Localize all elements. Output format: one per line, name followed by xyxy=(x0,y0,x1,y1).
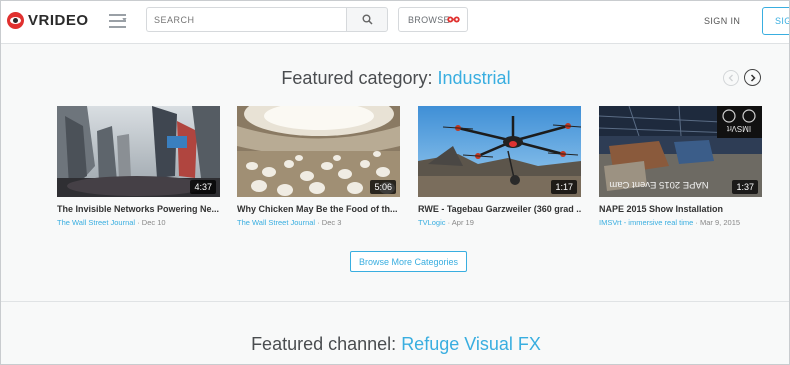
video-meta: The Wall Street Journal · Dec 3 xyxy=(237,218,400,227)
logo-text: VRIDEO xyxy=(28,11,89,29)
video-thumbnail[interactable]: 4:37 xyxy=(57,106,220,197)
carousel-prev-button[interactable] xyxy=(723,70,739,86)
imsvrt-overlay-text: IMSVrt xyxy=(726,124,751,133)
nape-overlay-text: NAPE 2015 Event Cam xyxy=(609,179,708,190)
video-thumbnail[interactable]: 5:06 xyxy=(237,106,400,197)
video-source[interactable]: The Wall Street Journal xyxy=(57,218,135,227)
video-date: Dec 10 xyxy=(141,218,166,227)
chevron-right-icon xyxy=(750,73,756,82)
video-meta: The Wall Street Journal · Dec 10 xyxy=(57,218,220,227)
carousel-next-button[interactable] xyxy=(744,69,761,86)
video-card[interactable]: IMSVrt NAPE 2015 Event Cam 1:37 NAPE 201… xyxy=(599,106,762,227)
video-duration: 1:37 xyxy=(732,180,758,194)
page-frame: VRIDEO ▼ BROWSE SIGN IN SIG Featured cat… xyxy=(0,0,790,365)
vr-goggles-icon xyxy=(447,16,460,23)
video-date: Dec 3 xyxy=(321,218,342,227)
video-title[interactable]: The Invisible Networks Powering Ne... xyxy=(57,204,220,214)
meta-separator: · xyxy=(447,218,451,227)
video-source[interactable]: IMSVrt - immersive real time xyxy=(599,218,693,227)
browse-label: BROWSE xyxy=(408,14,450,25)
video-duration: 4:37 xyxy=(190,180,216,194)
browse-button[interactable]: BROWSE xyxy=(398,7,468,32)
meta-separator: · xyxy=(137,218,140,227)
featured-category-prefix: Featured category: xyxy=(281,68,433,88)
video-duration: 5:06 xyxy=(370,180,396,194)
meta-separator: · xyxy=(695,218,698,227)
video-date: Mar 9, 2015 xyxy=(700,218,741,227)
video-card[interactable]: 5:06 Why Chicken May Be the Food of th..… xyxy=(237,106,400,227)
video-thumbnail[interactable]: IMSVrt NAPE 2015 Event Cam 1:37 xyxy=(599,106,762,197)
section-divider xyxy=(1,301,789,302)
featured-channel-heading: Featured channel: Refuge Visual FX xyxy=(1,334,789,355)
logo[interactable]: VRIDEO xyxy=(7,10,89,30)
featured-category-link[interactable]: Industrial xyxy=(438,68,511,88)
sign-up-button[interactable]: SIG xyxy=(762,7,789,35)
top-header: VRIDEO ▼ BROWSE SIGN IN SIG xyxy=(1,1,789,44)
video-card[interactable]: 1:17 RWE - Tagebau Garzweiler (360 grad … xyxy=(418,106,581,227)
search-button[interactable] xyxy=(346,7,388,32)
video-meta: IMSVrt - immersive real time · Mar 9, 20… xyxy=(599,218,762,227)
video-date: Apr 19 xyxy=(451,218,474,227)
search-icon xyxy=(362,14,373,25)
menu-caret-icon: ▼ xyxy=(121,17,128,24)
featured-channel-link[interactable]: Refuge Visual FX xyxy=(401,334,541,354)
video-source[interactable]: The Wall Street Journal xyxy=(237,218,315,227)
video-source[interactable]: TVLogic xyxy=(418,218,446,227)
search-input[interactable] xyxy=(146,7,346,32)
video-title[interactable]: Why Chicken May Be the Food of th... xyxy=(237,204,400,214)
meta-separator: · xyxy=(317,218,320,227)
video-title[interactable]: RWE - Tagebau Garzweiler (360 grad ... xyxy=(418,204,581,214)
video-card[interactable]: 4:37 The Invisible Networks Powering Ne.… xyxy=(57,106,220,227)
logo-eye-icon xyxy=(7,11,24,29)
video-thumbnail[interactable]: 1:17 xyxy=(418,106,581,197)
browse-more-categories-button[interactable]: Browse More Categories xyxy=(350,251,467,272)
sign-in-link[interactable]: SIGN IN xyxy=(704,16,740,26)
video-duration: 1:17 xyxy=(551,180,577,194)
featured-category-heading: Featured category: Industrial xyxy=(1,68,789,89)
video-title[interactable]: NAPE 2015 Show Installation xyxy=(599,204,762,214)
chevron-left-icon xyxy=(728,74,733,82)
featured-channel-prefix: Featured channel: xyxy=(251,334,397,354)
video-meta: TVLogic · Apr 19 xyxy=(418,218,581,227)
